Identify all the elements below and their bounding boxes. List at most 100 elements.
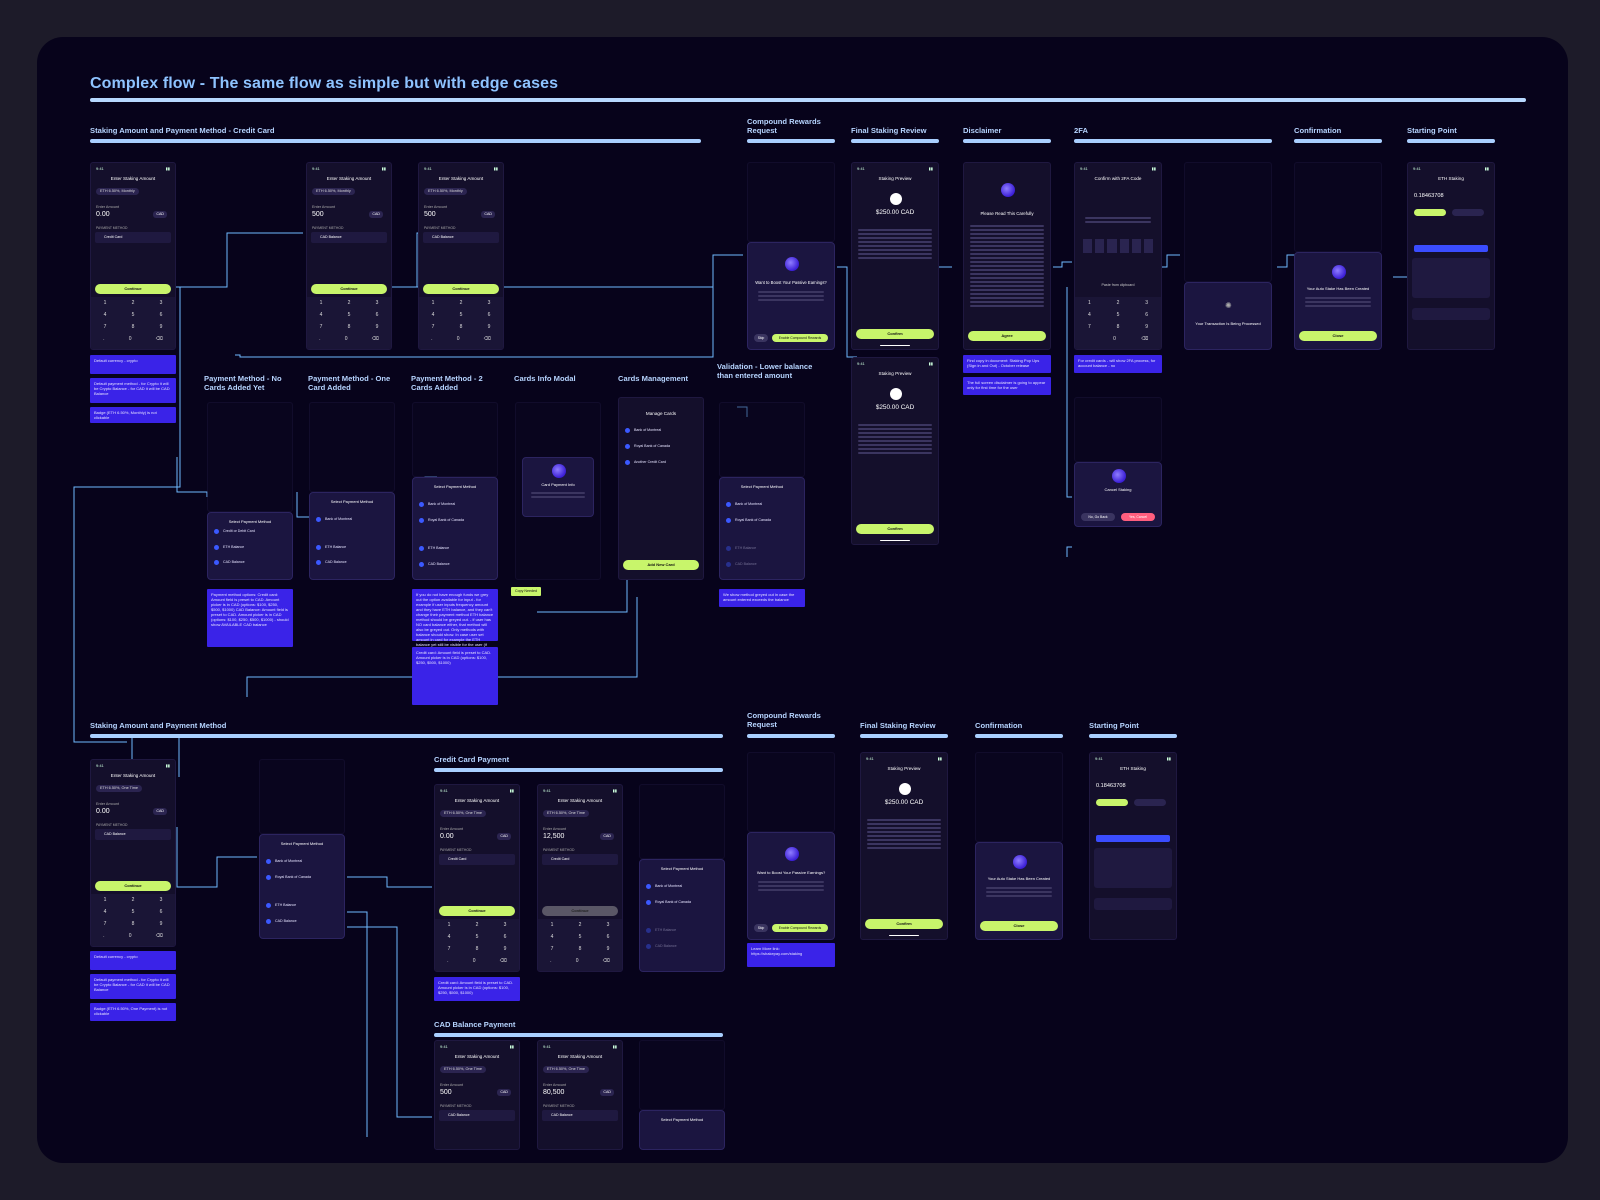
currency-toggle[interactable]: CAD [497, 1089, 511, 1096]
instant-plan-card[interactable] [1412, 258, 1490, 298]
available-plan-row[interactable] [1412, 308, 1490, 320]
tab-plans[interactable] [1414, 245, 1488, 252]
confirm-button[interactable]: Confirm [856, 329, 934, 339]
skip-button[interactable]: Skip [754, 334, 768, 342]
option-cad-balance[interactable]: CAD Balance [214, 558, 286, 567]
continue-button[interactable]: Continue [423, 284, 499, 294]
tab-plans[interactable] [1096, 835, 1170, 842]
close-button[interactable]: Close [980, 921, 1058, 931]
amount-input[interactable]: 0.00 [96, 808, 110, 815]
confirmation-modal: Your Auto Stake Has Been Created Close [1294, 252, 1382, 350]
confirm-button[interactable]: Confirm [856, 524, 934, 534]
payment-method-selector[interactable]: Credit Card [542, 854, 618, 865]
modal-title: Want to Boost Your Passive Earnings? [755, 280, 827, 285]
battery-icon: ▮▮ [612, 1044, 617, 1049]
annotation-note: Learn More link: https://shakepay.com/st… [747, 943, 835, 967]
numeric-keypad[interactable]: 123 456 789 . 0 ⌫ [538, 919, 622, 971]
section-underline [1074, 139, 1272, 143]
amount-input[interactable]: 500 [440, 1089, 452, 1096]
confirm-button[interactable]: Confirm [865, 919, 943, 929]
status-time: 9:41 [857, 361, 865, 366]
currency-toggle[interactable]: CAD [153, 808, 167, 815]
numeric-keypad[interactable]: 123 456 789 0 ⌫ [1075, 297, 1161, 349]
numeric-keypad[interactable]: 123 456 789 . 0 ⌫ [307, 297, 391, 349]
currency-toggle[interactable]: CAD [600, 1089, 614, 1096]
card-another[interactable]: Another Credit Card [625, 458, 697, 467]
continue-button[interactable]: Continue [95, 284, 171, 294]
amount-label: Enter Amount [424, 205, 448, 209]
paste-button[interactable]: Paste from clipboard [1075, 283, 1161, 287]
amount-input[interactable]: 500 [312, 211, 324, 218]
currency-toggle[interactable]: CAD [369, 211, 383, 218]
option-royal-bank[interactable]: Royal Bank of Canada [726, 516, 798, 525]
payment-method-selector[interactable]: CAD Balance [311, 232, 387, 243]
unstake-button[interactable] [1134, 799, 1166, 806]
unstake-button[interactable] [1452, 209, 1484, 216]
instant-plan-card[interactable] [1094, 848, 1172, 888]
currency-toggle[interactable]: CAD [497, 833, 511, 840]
option-bank-montreal[interactable]: Bank of Montreal [726, 500, 798, 509]
select-payment-modal-cc: Select Payment Method Bank of Montreal R… [639, 859, 725, 972]
option-bank-montreal[interactable]: Bank of Montreal [419, 500, 491, 509]
currency-toggle[interactable]: CAD [600, 833, 614, 840]
option-cad-balance[interactable]: CAD Balance [316, 558, 388, 567]
available-plan-row[interactable] [1094, 898, 1172, 910]
section-title-confirmation-2: Confirmation [975, 721, 1023, 730]
option-royal-bank[interactable]: Royal Bank of Canada [419, 516, 491, 525]
payment-method-selector[interactable]: CAD Balance [439, 1110, 515, 1121]
2fa-code-input[interactable] [1083, 239, 1154, 253]
home-indicator [889, 934, 919, 936]
option-cad-balance[interactable]: CAD Balance [419, 560, 491, 569]
title-underline [90, 98, 1526, 102]
add-new-card-button[interactable]: Add New Card [623, 560, 699, 570]
section-title-final-review: Final Staking Review [851, 126, 927, 135]
option-bank-montreal[interactable]: Bank of Montreal [646, 882, 718, 891]
option-royal-bank[interactable]: Royal Bank of Canada [266, 873, 338, 882]
numeric-keypad[interactable]: 123 456 789 . 0 ⌫ [91, 894, 175, 946]
currency-toggle[interactable]: CAD [481, 211, 495, 218]
option-eth-balance[interactable]: ETH Balance [419, 544, 491, 553]
amount-input[interactable]: 80,500 [543, 1089, 564, 1096]
section-title-one-card: Payment Method - One Card Added [308, 374, 391, 393]
option-bank-montreal[interactable]: Bank of Montreal [316, 515, 388, 524]
agree-button[interactable]: Agree [968, 331, 1046, 341]
skip-button[interactable]: Skip [754, 924, 768, 932]
amount-input[interactable]: 0.00 [440, 833, 454, 840]
amount-input[interactable]: 0.00 [96, 211, 110, 218]
option-cad-balance[interactable]: CAD Balance [266, 917, 338, 926]
card-bank-montreal[interactable]: Bank of Montreal [625, 426, 697, 435]
option-eth-balance[interactable]: ETH Balance [266, 901, 338, 910]
stake-more-button[interactable] [1096, 799, 1128, 806]
phone-background-dim [1184, 162, 1272, 282]
close-button[interactable]: Close [1299, 331, 1377, 341]
payment-method-selector[interactable]: CAD Balance [542, 1110, 618, 1121]
option-credit-debit[interactable]: Credit or Debit Card [214, 527, 286, 536]
numeric-keypad[interactable]: 123 456 789 . 0 ⌫ [435, 919, 519, 971]
yes-cancel-button[interactable]: Yes, Cancel [1121, 513, 1155, 521]
currency-toggle[interactable]: CAD [153, 211, 167, 218]
continue-button[interactable]: Continue [439, 906, 515, 916]
continue-button[interactable]: Continue [311, 284, 387, 294]
numeric-keypad[interactable]: 123 456 789 . 0 ⌫ [419, 297, 503, 349]
card-royal-bank[interactable]: Royal Bank of Canada [625, 442, 697, 451]
payment-method-selector[interactable]: Credit Card [439, 854, 515, 865]
payment-method-selector[interactable]: CAD Balance [423, 232, 499, 243]
screen-title: Confirm with 2FA Code [1094, 176, 1142, 181]
enable-compound-button[interactable]: Enable Compound Rewards [772, 334, 828, 342]
eth-balance-value: 0.18463708 [1096, 783, 1126, 789]
screen-title: Manage Cards [645, 411, 677, 416]
numeric-keypad[interactable]: 123 456 789 . 0 ⌫ [91, 297, 175, 349]
amount-input[interactable]: 500 [424, 211, 436, 218]
stake-more-button[interactable] [1414, 209, 1446, 216]
option-eth-balance[interactable]: ETH Balance [316, 543, 388, 552]
no-go-back-button[interactable]: No, Go Back [1081, 513, 1115, 521]
modal-body-text [758, 289, 824, 303]
option-eth-balance[interactable]: ETH Balance [214, 543, 286, 552]
payment-method-selector[interactable]: CAD Balance [95, 829, 171, 840]
payment-method-selector[interactable]: Credit Card [95, 232, 171, 243]
option-royal-bank[interactable]: Royal Bank of Canada [646, 898, 718, 907]
enable-compound-button[interactable]: Enable Compound Rewards [772, 924, 828, 932]
continue-button[interactable]: Continue [95, 881, 171, 891]
option-bank-montreal[interactable]: Bank of Montreal [266, 857, 338, 866]
amount-input[interactable]: 12,500 [543, 833, 564, 840]
